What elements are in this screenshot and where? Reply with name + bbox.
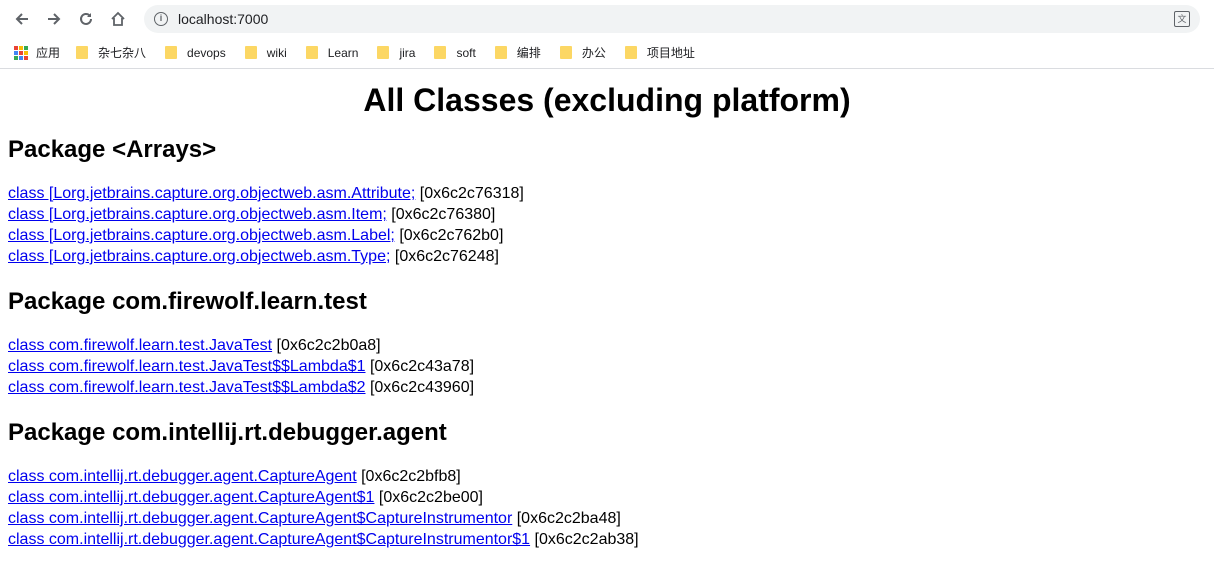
folder-icon — [559, 46, 572, 59]
bookmark-label: Learn — [327, 45, 359, 60]
bookmark-label: devops — [187, 45, 226, 60]
class-link[interactable]: class [Lorg.jetbrains.capture.org.object… — [8, 185, 415, 202]
folder-icon — [244, 46, 257, 59]
class-entry: class [Lorg.jetbrains.capture.org.object… — [8, 246, 1206, 267]
forward-arrow-icon[interactable] — [40, 5, 68, 33]
package-heading: Package com.intellij.rt.debugger.agent — [8, 419, 447, 446]
class-entry: class com.intellij.rt.debugger.agent.Cap… — [8, 529, 1206, 550]
folder-icon — [76, 46, 89, 59]
bookmark-folder[interactable]: Learn — [305, 45, 359, 60]
class-link[interactable]: class com.intellij.rt.debugger.agent.Cap… — [8, 468, 357, 485]
bookmarks-bar: 应用 杂七杂八 devops wiki Learn jira soft 编排 办公 项目地址 — [0, 37, 1214, 68]
class-link[interactable]: class [Lorg.jetbrains.capture.org.object… — [8, 227, 395, 244]
class-entry: class com.firewolf.learn.test.JavaTest$$… — [8, 377, 1206, 398]
class-link[interactable]: class com.firewolf.learn.test.JavaTest — [8, 337, 272, 354]
bookmark-folder[interactable]: wiki — [244, 45, 287, 60]
bookmark-apps[interactable]: 应用 — [14, 44, 60, 61]
class-entry: class com.intellij.rt.debugger.agent.Cap… — [8, 487, 1206, 508]
class-entry: class [Lorg.jetbrains.capture.org.object… — [8, 183, 1206, 204]
package-heading: Package <Arrays> — [8, 136, 217, 163]
bookmark-folder[interactable]: 办公 — [559, 44, 606, 61]
bookmark-folder[interactable]: devops — [165, 46, 226, 60]
class-address: [0x6c2c2ba48] — [512, 510, 621, 527]
class-entry: class com.intellij.rt.debugger.agent.Cap… — [8, 508, 1206, 529]
translate-icon[interactable]: 文 — [1174, 10, 1190, 27]
package-list: Package <Arrays> class [Lorg.jetbrains.ca… — [8, 135, 1206, 550]
bookmark-folder[interactable]: 编排 — [494, 44, 541, 61]
home-icon[interactable] — [104, 5, 132, 33]
class-address: [0x6c2c2be00] — [374, 489, 483, 506]
class-list: class com.firewolf.learn.test.JavaTest [… — [8, 335, 1206, 398]
address-bar[interactable]: i localhost:7000 文 — [144, 4, 1200, 33]
bookmark-label: 办公 — [581, 46, 606, 60]
class-address: [0x6c2c43960] — [365, 379, 475, 396]
class-list: class com.intellij.rt.debugger.agent.Cap… — [8, 466, 1206, 550]
address-url[interactable]: localhost:7000 — [178, 11, 268, 27]
class-entry: class com.firewolf.learn.test.JavaTest [… — [8, 335, 1206, 356]
class-link[interactable]: class com.intellij.rt.debugger.agent.Cap… — [8, 510, 512, 527]
bookmark-label: 项目地址 — [646, 46, 695, 60]
class-entry: class [Lorg.jetbrains.capture.org.object… — [8, 204, 1206, 225]
class-link[interactable]: class com.intellij.rt.debugger.agent.Cap… — [8, 531, 530, 548]
class-address: [0x6c2c2bfb8] — [356, 468, 461, 485]
class-link[interactable]: class [Lorg.jetbrains.capture.org.object… — [8, 248, 390, 265]
bookmark-label: 编排 — [516, 46, 541, 60]
folder-icon — [305, 46, 318, 59]
back-arrow-icon[interactable] — [8, 5, 36, 33]
class-address: [0x6c2c43a78] — [365, 358, 475, 375]
class-entry: class [Lorg.jetbrains.capture.org.object… — [8, 225, 1206, 246]
bookmark-label: 杂七杂八 — [98, 46, 147, 60]
package-heading: Package com.firewolf.learn.test — [8, 288, 367, 315]
reload-icon[interactable] — [72, 5, 100, 33]
class-address: [0x6c2c76380] — [386, 206, 496, 223]
bookmark-label: jira — [399, 45, 416, 60]
class-link[interactable]: class com.firewolf.learn.test.JavaTest$$… — [8, 358, 366, 375]
class-link[interactable]: class com.firewolf.learn.test.JavaTest$$… — [8, 379, 366, 396]
class-link[interactable]: class com.intellij.rt.debugger.agent.Cap… — [8, 489, 374, 506]
class-address: [0x6c2c2b0a8] — [272, 337, 381, 354]
folder-icon — [165, 46, 178, 59]
class-entry: class com.firewolf.learn.test.JavaTest$$… — [8, 356, 1206, 377]
class-address: [0x6c2c762b0] — [394, 227, 504, 244]
apps-grid-icon — [14, 45, 28, 60]
bookmark-label: soft — [456, 45, 476, 60]
class-list: class [Lorg.jetbrains.capture.org.object… — [8, 183, 1206, 267]
page-title: All Classes (excluding platform) — [363, 82, 851, 118]
page-content: All Classes (excluding platform) Package… — [0, 69, 1214, 550]
class-entry: class com.intellij.rt.debugger.agent.Cap… — [8, 466, 1206, 487]
class-address: [0x6c2c2ab38] — [530, 531, 639, 548]
browser-toolbar: i localhost:7000 文 — [0, 0, 1214, 37]
bookmark-label: 应用 — [36, 46, 61, 60]
bookmark-folder[interactable]: 杂七杂八 — [76, 44, 146, 61]
folder-icon — [494, 46, 507, 59]
folder-icon — [377, 46, 390, 59]
class-address: [0x6c2c76248] — [390, 248, 499, 265]
class-link[interactable]: class [Lorg.jetbrains.capture.org.object… — [8, 206, 387, 223]
info-icon[interactable]: i — [154, 11, 168, 26]
class-address: [0x6c2c76318] — [415, 185, 524, 202]
bookmark-folder[interactable]: 项目地址 — [624, 44, 695, 61]
folder-icon — [434, 46, 447, 59]
folder-icon — [624, 46, 637, 59]
bookmark-folder[interactable]: soft — [434, 45, 476, 60]
bookmark-label: wiki — [266, 45, 287, 60]
browser-chrome: i localhost:7000 文 应用 杂七杂八 devops wiki Learn… — [0, 0, 1214, 69]
bookmark-folder[interactable]: jira — [377, 46, 415, 60]
